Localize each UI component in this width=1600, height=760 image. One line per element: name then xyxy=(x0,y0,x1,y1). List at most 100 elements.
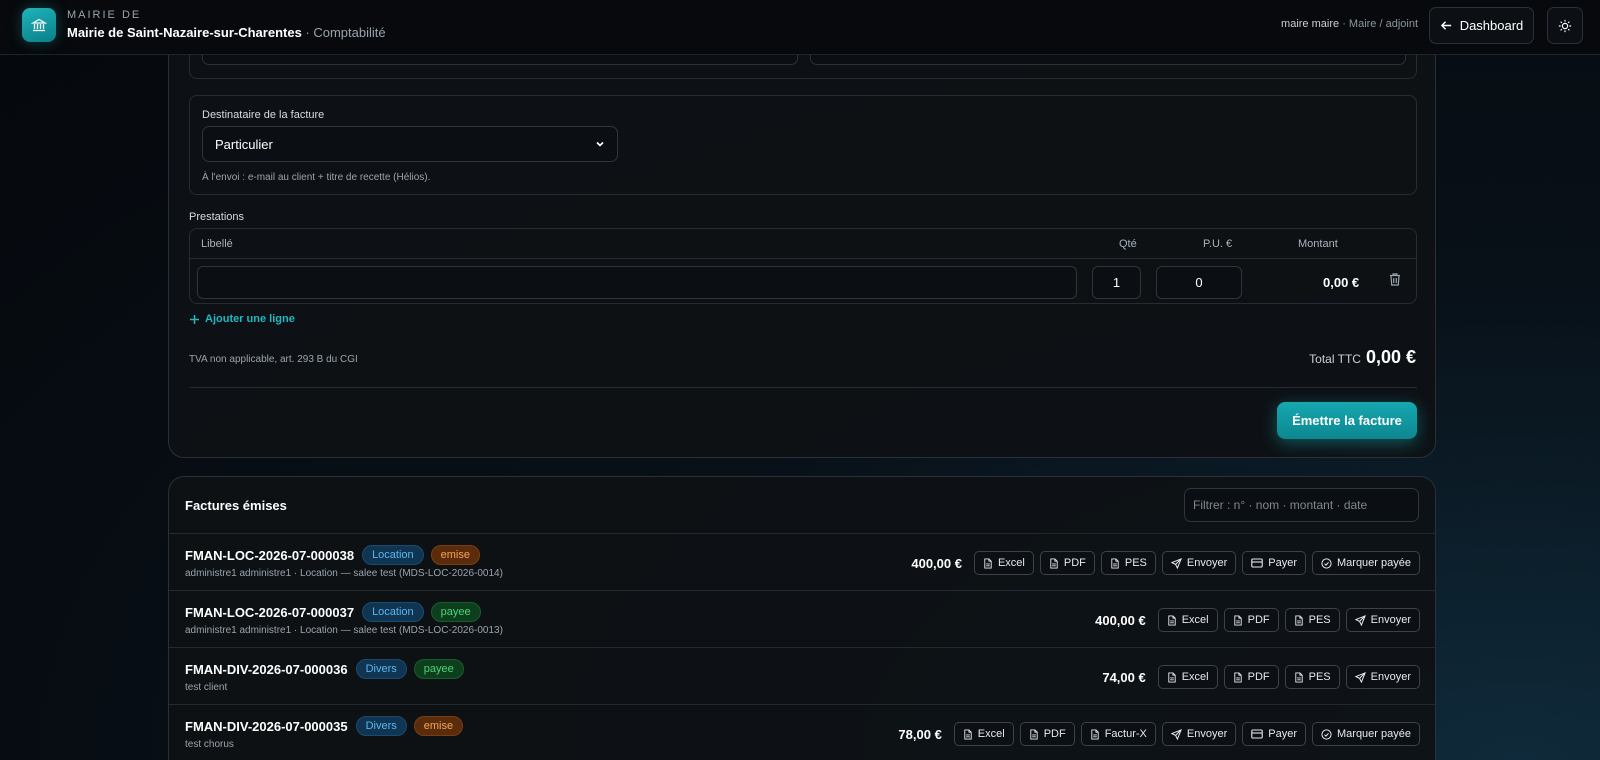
plus-icon xyxy=(189,314,200,325)
excel-button[interactable]: Excel xyxy=(953,722,1014,746)
row-actions: 400,00 € Excel PDF PES Envoyer xyxy=(1095,608,1420,632)
quantity-input[interactable]: 1 xyxy=(1092,266,1141,299)
dashboard-label: Dashboard xyxy=(1459,18,1524,33)
pdf-button[interactable]: PDF xyxy=(1039,551,1095,575)
section-name: · Comptabilité xyxy=(305,25,386,40)
total-label: Total TTC xyxy=(1309,352,1361,366)
send-icon xyxy=(1354,671,1366,683)
marquer-payee-button[interactable]: Marquer payée xyxy=(1312,551,1420,575)
envoyer-button[interactable]: Envoyer xyxy=(1161,551,1237,575)
factur-x-button[interactable]: Factur-X xyxy=(1080,722,1156,746)
file-icon xyxy=(983,557,993,569)
file-icon xyxy=(1167,614,1177,626)
action-label: Marquer payée xyxy=(1337,728,1411,740)
divider xyxy=(189,387,1417,388)
envoyer-button[interactable]: Envoyer xyxy=(1161,722,1237,746)
recipient-section: Destinataire de la facture Particulier À… xyxy=(189,95,1417,195)
unit-price-input[interactable]: 0 xyxy=(1156,266,1242,299)
column-libelle: Libellé xyxy=(201,238,233,250)
envoyer-button[interactable]: Envoyer xyxy=(1345,665,1420,689)
action-label: PDF xyxy=(1043,728,1066,740)
file-icon xyxy=(1049,557,1059,569)
user-name: maire maire xyxy=(1281,18,1340,30)
row-actions: 400,00 € Excel PDF PES Envoyer Payer Marquer p… xyxy=(911,551,1420,575)
payer-button[interactable]: Payer xyxy=(1242,551,1306,575)
status-badge: emise xyxy=(430,545,480,565)
invoices-card: Factures émises Filtrer : n° · nom · mon… xyxy=(168,476,1436,760)
action-label: Envoyer xyxy=(1370,671,1411,683)
theme-toggle-button[interactable] xyxy=(1547,7,1583,44)
brand: MAIRIE DE Mairie de Saint-Nazaire-sur-Ch… xyxy=(67,9,386,40)
invoice-subtitle: test chorus xyxy=(185,739,234,750)
pdf-button[interactable]: PDF xyxy=(1223,665,1279,689)
status-badge: emise xyxy=(413,716,464,736)
action-label: Excel xyxy=(1181,614,1209,626)
file-icon xyxy=(1110,557,1120,569)
recipient-value: Particulier xyxy=(215,136,273,152)
action-label: PDF xyxy=(1247,671,1270,683)
file-icon xyxy=(963,728,973,740)
total-ttc: Total TTC 0,00 € xyxy=(1309,347,1416,368)
column-qte: Qté xyxy=(1119,238,1137,250)
file-icon xyxy=(1167,671,1177,683)
marquer-payee-button[interactable]: Marquer payée xyxy=(1312,722,1420,746)
row-actions: 78,00 € Excel PDF Factur-X Envoyer Payer Marqu… xyxy=(898,722,1420,746)
chevron-down-icon xyxy=(595,139,605,149)
pes-button[interactable]: PES xyxy=(1284,608,1340,632)
invoice-amount: 74,00 € xyxy=(1102,669,1146,685)
brand-kicker: MAIRIE DE xyxy=(67,9,142,21)
row-actions: 74,00 € Excel PDF PES Envoyer xyxy=(1102,665,1420,689)
trash-icon[interactable] xyxy=(1388,272,1402,287)
table-header: Libellé Qté P.U. € Montant xyxy=(190,229,1416,259)
prestations-label: Prestations xyxy=(189,211,245,223)
top-bar: MAIRIE DE Mairie de Saint-Nazaire-sur-Ch… xyxy=(0,0,1600,55)
action-label: Payer xyxy=(1268,557,1297,569)
invoice-ref[interactable]: FMAN-DIV-2026-07-000035 xyxy=(185,719,348,734)
action-label: Excel xyxy=(997,557,1025,569)
column-montant: Montant xyxy=(1298,238,1338,250)
pdf-button[interactable]: PDF xyxy=(1019,722,1075,746)
invoice-amount: 400,00 € xyxy=(911,555,962,571)
invoice-ref[interactable]: FMAN-LOC-2026-07-000037 xyxy=(185,605,354,620)
action-label: Marquer payée xyxy=(1337,557,1411,569)
table-row: FMAN-LOC-2026-07-000037 Location payee admi… xyxy=(169,590,1435,648)
filter-input[interactable]: Filtrer : n° · nom · montant · date xyxy=(1184,488,1419,522)
dashboard-button[interactable]: Dashboard xyxy=(1429,7,1534,44)
payer-button[interactable]: Payer xyxy=(1242,722,1306,746)
excel-button[interactable]: Excel xyxy=(1157,665,1218,689)
table-row: FMAN-LOC-2026-07-000038 Location emise admi… xyxy=(169,533,1435,591)
file-icon xyxy=(1029,728,1039,740)
libelle-input[interactable] xyxy=(197,266,1077,299)
excel-button[interactable]: Excel xyxy=(1157,608,1218,632)
excel-button[interactable]: Excel xyxy=(973,551,1034,575)
status-badge: payee xyxy=(413,659,464,679)
bank-icon[interactable] xyxy=(22,8,56,42)
card-icon xyxy=(1251,729,1263,739)
line-amount: 0,00 € xyxy=(1323,275,1360,290)
type-badge: Location xyxy=(362,545,424,565)
invoice-subtitle: administre1 administre1 · Location — sal… xyxy=(185,568,503,579)
recipient-select[interactable]: Particulier xyxy=(202,126,618,162)
prestations-table: Libellé Qté P.U. € Montant 1 0 0,00 € xyxy=(189,228,1417,304)
tva-note: TVA non applicable, art. 293 B du CGI xyxy=(189,354,358,365)
pdf-button[interactable]: PDF xyxy=(1223,608,1279,632)
invoices-title: Factures émises xyxy=(185,498,287,513)
invoice-ref[interactable]: FMAN-LOC-2026-07-000038 xyxy=(185,548,354,563)
action-label: PES xyxy=(1308,614,1331,626)
pes-button[interactable]: PES xyxy=(1284,665,1340,689)
send-icon xyxy=(1170,728,1182,740)
emit-invoice-button[interactable]: Émettre la facture xyxy=(1277,402,1417,439)
action-label: Envoyer xyxy=(1186,557,1228,569)
file-icon xyxy=(1233,614,1243,626)
action-label: PES xyxy=(1124,557,1147,569)
invoice-ref[interactable]: FMAN-DIV-2026-07-000036 xyxy=(185,662,348,677)
add-line-button[interactable]: Ajouter une ligne xyxy=(189,313,295,325)
sun-icon xyxy=(1558,19,1572,33)
pes-button[interactable]: PES xyxy=(1100,551,1156,575)
invoice-subtitle: test client xyxy=(185,682,228,693)
action-label: Envoyer xyxy=(1186,728,1228,740)
envoyer-button[interactable]: Envoyer xyxy=(1345,608,1420,632)
file-icon xyxy=(1294,614,1304,626)
add-line-label: Ajouter une ligne xyxy=(205,313,295,325)
user-role: · Maire / adjoint xyxy=(1342,18,1418,30)
